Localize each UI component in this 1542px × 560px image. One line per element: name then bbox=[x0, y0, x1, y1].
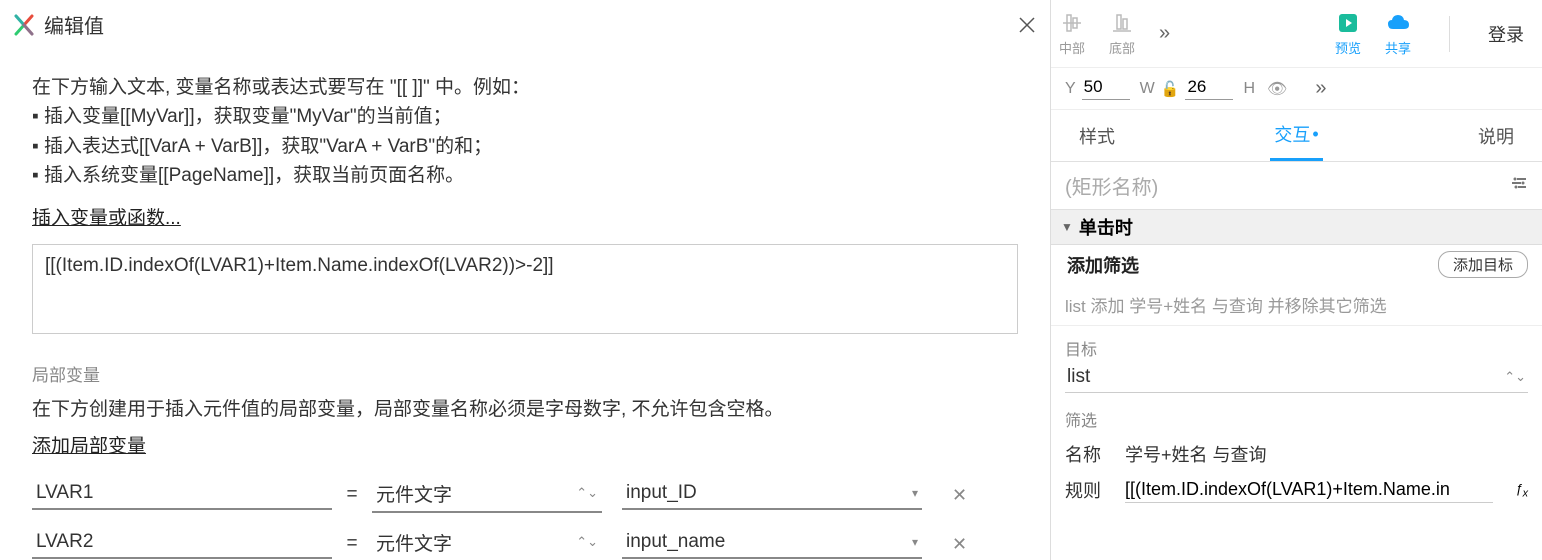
align-middle-icon bbox=[1059, 10, 1085, 36]
delete-row-icon[interactable]: ✕ bbox=[952, 534, 967, 555]
tab-interactions[interactable]: 交互 bbox=[1270, 110, 1322, 161]
hint-block: 在下方输入文本, 变量名称或表达式要写在 "[[ ]]" 中。例如： 插入变量[… bbox=[32, 73, 1018, 191]
expression-textarea[interactable]: [[(Item.ID.indexOf(LVAR1)+Item.Name.inde… bbox=[32, 244, 1018, 334]
local-variables-table: = 元件文字 ⌃⌄ input_ID ▾ ✕ = 元件文字 ⌃⌄ bbox=[32, 478, 1018, 560]
hint-bullet-1: 插入变量[[MyVar]]，获取变量"MyVar"的当前值； bbox=[32, 102, 1018, 131]
preview-button[interactable]: 预览 bbox=[1335, 10, 1361, 57]
equals-sign: = bbox=[332, 533, 372, 555]
local-source-value: 元件文字 bbox=[376, 480, 452, 507]
play-icon bbox=[1335, 10, 1361, 36]
toolbar-align-group: 中部 底部 » bbox=[1059, 10, 1170, 57]
top-toolbar: 中部 底部 » 预览 共享 bbox=[1051, 0, 1542, 68]
local-name-input[interactable] bbox=[32, 529, 332, 559]
hint-intro: 在下方输入文本, 变量名称或表达式要写在 "[[ ]]" 中。例如： bbox=[32, 73, 1018, 102]
prop-label-h: H bbox=[1243, 80, 1255, 98]
toolbar-item-label: 共享 bbox=[1385, 38, 1411, 57]
local-target-select[interactable]: input_name ▾ bbox=[622, 529, 922, 559]
inspector-tabs: 样式 交互 说明 bbox=[1051, 110, 1542, 162]
dialog-header: 编辑值 bbox=[0, 0, 1050, 49]
locals-section-hint: 在下方创建用于插入元件值的局部变量，局部变量名称必须是字母数字, 不允许包含空格… bbox=[32, 394, 1018, 421]
props-more-icon[interactable]: » bbox=[1315, 77, 1326, 100]
target-value: list bbox=[1067, 366, 1090, 388]
widget-name-placeholder[interactable]: (矩形名称) bbox=[1065, 171, 1158, 200]
align-middle-button[interactable]: 中部 bbox=[1059, 10, 1085, 57]
local-variable-row: = 元件文字 ⌃⌄ input_ID ▾ ✕ bbox=[32, 478, 1018, 513]
locals-section-label: 局部变量 bbox=[32, 361, 1018, 386]
local-source-select[interactable]: 元件文字 ⌃⌄ bbox=[372, 478, 602, 513]
add-local-variable-link[interactable]: 添加局部变量 bbox=[32, 431, 146, 458]
delete-row-icon[interactable]: ✕ bbox=[952, 485, 967, 506]
toolbar-divider bbox=[1449, 16, 1450, 52]
local-target-value: input_name bbox=[626, 531, 725, 553]
action-label: 添加筛选 bbox=[1067, 252, 1139, 278]
prop-label-y: Y bbox=[1065, 80, 1076, 98]
prop-input-y[interactable] bbox=[1082, 77, 1130, 100]
chevron-down-icon: ▾ bbox=[912, 486, 918, 500]
local-target-select[interactable]: input_ID ▾ bbox=[622, 480, 922, 510]
toolbar-item-label: 底部 bbox=[1109, 38, 1135, 57]
tab-notes[interactable]: 说明 bbox=[1474, 110, 1518, 161]
target-select[interactable]: list ⌃⌄ bbox=[1065, 364, 1528, 393]
prop-w: W 🔓 bbox=[1140, 77, 1234, 100]
filter-rule-key: 规则 bbox=[1065, 477, 1109, 503]
local-variable-row: = 元件文字 ⌃⌄ input_name ▾ ✕ bbox=[32, 527, 1018, 560]
prop-input-w[interactable] bbox=[1185, 77, 1233, 100]
dialog-header-left: 编辑值 bbox=[12, 10, 104, 39]
filter-rule-row: 规则 [[(Item.ID.indexOf(LVAR1)+Item.Name.i… bbox=[1065, 477, 1528, 503]
toolbar-more-icon[interactable]: » bbox=[1159, 22, 1170, 45]
close-icon[interactable] bbox=[1018, 16, 1036, 34]
filter-name-key: 名称 bbox=[1065, 441, 1109, 467]
local-source-value: 元件文字 bbox=[376, 529, 452, 556]
hint-bullet-2: 插入表达式[[VarA + VarB]]，获取"VarA + VarB"的和； bbox=[32, 132, 1018, 161]
event-header[interactable]: ▼ 单击时 bbox=[1051, 210, 1542, 245]
tab-style[interactable]: 样式 bbox=[1075, 110, 1119, 161]
visibility-icon[interactable]: 👁 bbox=[1267, 79, 1287, 99]
login-button[interactable]: 登录 bbox=[1488, 21, 1524, 47]
local-target-value: input_ID bbox=[626, 482, 697, 504]
filter-name-value: 学号+姓名 与查询 bbox=[1125, 441, 1267, 467]
add-target-button[interactable]: 添加目标 bbox=[1438, 251, 1528, 278]
toolbar-item-label: 预览 bbox=[1335, 38, 1361, 57]
prop-h: H 👁 bbox=[1243, 79, 1287, 99]
prop-y: Y bbox=[1065, 77, 1130, 100]
align-bottom-icon bbox=[1109, 10, 1135, 36]
dialog-body: 在下方输入文本, 变量名称或表达式要写在 "[[ ]]" 中。例如： 插入变量[… bbox=[0, 49, 1050, 560]
prop-label-w: W bbox=[1140, 80, 1155, 98]
unlock-icon[interactable]: 🔓 bbox=[1161, 80, 1180, 98]
toolbar-action-group: 预览 共享 登录 bbox=[1335, 10, 1524, 57]
share-button[interactable]: 共享 bbox=[1385, 10, 1411, 57]
filter-summary: list 添加 学号+姓名 与查询 并移除其它筛选 bbox=[1051, 284, 1542, 326]
filter-label: 筛选 bbox=[1065, 407, 1528, 431]
target-label: 目标 bbox=[1065, 336, 1528, 360]
local-name-input[interactable] bbox=[32, 480, 332, 510]
cloud-icon bbox=[1385, 10, 1411, 36]
widget-name-row: (矩形名称) bbox=[1051, 162, 1542, 210]
settings-icon[interactable] bbox=[1510, 174, 1528, 197]
chevron-down-icon: ▾ bbox=[912, 535, 918, 549]
align-bottom-button[interactable]: 底部 bbox=[1109, 10, 1135, 57]
edit-value-dialog: 编辑值 在下方输入文本, 变量名称或表达式要写在 "[[ ]]" 中。例如： 插… bbox=[0, 0, 1050, 560]
chevron-updown-icon: ⌃⌄ bbox=[576, 485, 598, 501]
filter-rule-value[interactable]: [[(Item.ID.indexOf(LVAR1)+Item.Name.in bbox=[1125, 477, 1493, 503]
triangle-down-icon: ▼ bbox=[1061, 220, 1073, 234]
fx-icon[interactable]: ƒx bbox=[1515, 481, 1528, 500]
axure-logo-icon bbox=[12, 13, 36, 37]
target-section: 目标 list ⌃⌄ bbox=[1051, 326, 1542, 397]
hint-bullet-3: 插入系统变量[[PageName]]，获取当前页面名称。 bbox=[32, 161, 1018, 190]
toolbar-item-label: 中部 bbox=[1059, 38, 1085, 57]
event-name: 单击时 bbox=[1079, 214, 1133, 240]
right-panel: 中部 底部 » 预览 共享 bbox=[1050, 0, 1542, 560]
dialog-title: 编辑值 bbox=[44, 10, 104, 39]
filter-name-row: 名称 学号+姓名 与查询 bbox=[1065, 441, 1528, 467]
properties-bar: Y W 🔓 H 👁 » bbox=[1051, 68, 1542, 110]
filter-section: 筛选 名称 学号+姓名 与查询 规则 [[(Item.ID.indexOf(LV… bbox=[1051, 397, 1542, 507]
chevron-updown-icon: ⌃⌄ bbox=[1504, 369, 1526, 385]
insert-variable-link[interactable]: 插入变量或函数... bbox=[32, 203, 181, 230]
local-source-select[interactable]: 元件文字 ⌃⌄ bbox=[372, 527, 602, 560]
action-row: 添加筛选 添加目标 bbox=[1051, 245, 1542, 284]
equals-sign: = bbox=[332, 484, 372, 506]
chevron-updown-icon: ⌃⌄ bbox=[576, 534, 598, 550]
